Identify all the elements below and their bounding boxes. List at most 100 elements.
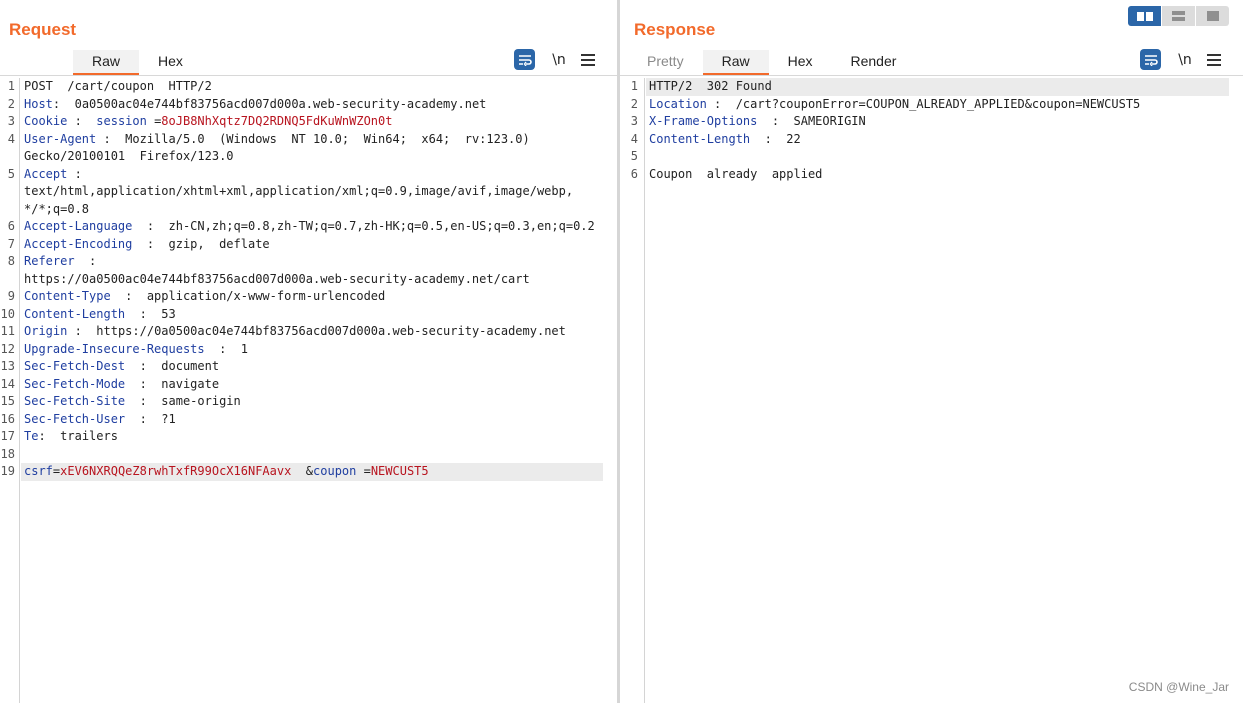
line-text: Sec-Fetch-Dest : document: [0, 358, 617, 376]
request-toolbar: \n: [514, 49, 596, 70]
header-value: navigate: [161, 376, 220, 391]
request-show-newlines-button[interactable]: \n: [544, 52, 574, 68]
request-tab-hex[interactable]: Hex: [139, 50, 202, 76]
response-tab-hex[interactable]: Hex: [769, 50, 832, 76]
line-text: */*;q=0.8: [0, 201, 617, 219]
header-separator: :: [125, 394, 162, 408]
code-line: text/html,application/xhtml+xml,applicat…: [0, 183, 617, 201]
header-name: Content-Length: [24, 306, 126, 321]
line-text: Coupon already applied: [620, 166, 1243, 184]
line-number: 5: [630, 149, 638, 163]
response-wrap-lines-button[interactable]: [1140, 49, 1161, 70]
response-editor[interactable]: 1 HTTP/2 302 Found 2 Location : /cart?coupo…: [620, 78, 1243, 703]
line-text: https://0a0500ac04e744bf83756acd007d000a…: [0, 271, 617, 289]
header-value: 1: [240, 341, 248, 356]
param-value: xEV6NXRQQeZ8rwhTxfR99OcX16NFAavx: [60, 464, 292, 478]
header-separator: :: [125, 359, 162, 373]
response-show-newlines-button[interactable]: \n: [1170, 52, 1200, 68]
param-name: coupon: [313, 464, 357, 478]
header-value: https://0a0500ac04e744bf83756acd007d000a…: [96, 324, 566, 338]
line-text: Upgrade-Insecure-Requests : 1: [0, 341, 617, 359]
header-separator: :: [132, 219, 169, 233]
line-text: Te: trailers: [0, 428, 617, 446]
response-lines: 1 HTTP/2 302 Found 2 Location : /cart?coupo…: [620, 78, 1243, 183]
header-separator: :: [757, 114, 794, 128]
line-text: POST /cart/coupon HTTP/2: [0, 78, 617, 96]
cookie-name: session: [96, 114, 147, 128]
code-line: 3 Cookie : session =8oJB8NhXqtz7DQ2RDNQ5F…: [0, 113, 617, 131]
response-menu-button[interactable]: [1206, 53, 1222, 67]
header-value: 22: [786, 131, 801, 146]
header-name: Location: [649, 96, 707, 111]
code-line: 14 Sec-Fetch-Mode : navigate: [0, 376, 617, 394]
code-line: 8 Referer :: [0, 253, 617, 271]
param-value: NEWCUST5: [370, 464, 429, 478]
line-text: Content-Type : application/x-www-form-ur…: [0, 288, 617, 306]
line-text: Content-Length : 22: [620, 131, 1243, 149]
header-name: Upgrade-Insecure-Requests: [24, 341, 205, 356]
line-text: HTTP/2 302 Found: [620, 78, 1243, 96]
plain-text: POST /cart/coupon HTTP/2: [24, 79, 212, 93]
code-line: 6 Accept-Language : zh-CN,zh;q=0.8,zh-TW;…: [0, 218, 617, 236]
line-number: 18: [0, 446, 15, 461]
header-name: Accept-Language: [24, 219, 133, 233]
header-name: User-Agent: [24, 131, 97, 146]
header-value: trailers: [60, 429, 118, 443]
line-text: Accept :: [0, 166, 617, 184]
response-tab-render[interactable]: Render: [832, 50, 916, 76]
code-line: 9 Content-Type : application/x-www-form-u…: [0, 288, 617, 306]
header-name: Accept-Encoding: [24, 236, 133, 251]
header-value: gzip, deflate: [168, 236, 270, 251]
header-name: Content-Type: [24, 289, 111, 303]
param-separator: &: [291, 464, 314, 478]
response-tab-raw[interactable]: Raw: [702, 50, 769, 76]
response-tab-pretty[interactable]: Pretty: [628, 50, 703, 76]
plain-text: Gecko/20100101 Firefox/123.0: [24, 149, 234, 163]
header-name: Sec-Fetch-Site: [24, 394, 126, 408]
code-line: 7 Accept-Encoding : gzip, deflate: [0, 236, 617, 254]
header-value: 53: [161, 306, 176, 321]
code-line: 13 Sec-Fetch-Dest : document: [0, 358, 617, 376]
line-text: Accept-Language : zh-CN,zh;q=0.8,zh-TW;q…: [0, 218, 617, 236]
code-line: 17 Te: trailers: [0, 428, 617, 446]
header-value: same-origin: [161, 394, 241, 408]
param-name: csrf: [24, 464, 53, 478]
line-text: Origin : https://0a0500ac04e744bf83756ac…: [0, 323, 617, 341]
header-value: SAMEORIGIN: [793, 114, 866, 128]
header-name: Cookie: [24, 114, 68, 128]
line-text: Host: 0a0500ac04e744bf83756acd007d000a.w…: [0, 96, 617, 114]
line-text: csrf = xEV6NXRQQeZ8rwhTxfR99OcX16NFAavx &c…: [0, 463, 617, 481]
code-line: 1 POST /cart/coupon HTTP/2: [0, 78, 617, 96]
header-separator: :: [52, 96, 75, 111]
code-line: 12 Upgrade-Insecure-Requests : 1: [0, 341, 617, 359]
line-text: Sec-Fetch-Mode : navigate: [0, 376, 617, 394]
request-menu-button[interactable]: [580, 53, 596, 67]
line-text: User-Agent : Mozilla/5.0 (Windows NT 10.…: [0, 131, 617, 149]
header-separator: :: [706, 96, 736, 111]
request-wrap-lines-button[interactable]: [514, 49, 535, 70]
header-name: Content-Length: [649, 131, 751, 146]
cookie-value: 8oJB8NhXqtz7DQ2RDNQ5FdKuWnWZOn0t: [161, 114, 393, 128]
wrap-lines-icon: [518, 54, 532, 66]
header-name: X-Frame-Options: [649, 114, 758, 128]
header-name: Te: [24, 429, 39, 443]
code-line: 18: [0, 446, 617, 464]
request-editor[interactable]: 1 POST /cart/coupon HTTP/2 2 Host: 0a0500ac…: [0, 78, 617, 703]
code-line: 3 X-Frame-Options : SAMEORIGIN: [620, 113, 1243, 131]
param-equals: =: [356, 464, 371, 478]
line-text: Accept-Encoding : gzip, deflate: [0, 236, 617, 254]
header-name: Accept: [24, 166, 68, 181]
request-title: Request: [9, 20, 77, 39]
header-name: Sec-Fetch-Mode: [24, 376, 126, 391]
header-name: Host: [24, 96, 53, 111]
code-line: 2 Host: 0a0500ac04e744bf83756acd007d000a.…: [0, 96, 617, 114]
header-separator: :: [67, 324, 97, 338]
header-separator: :: [125, 376, 162, 391]
code-line: 6 Coupon already applied: [620, 166, 1243, 184]
request-tab-raw[interactable]: Raw: [73, 50, 140, 76]
code-line: https://0a0500ac04e744bf83756acd007d000a…: [0, 271, 617, 289]
header-separator: :: [74, 254, 97, 268]
request-lines: 1 POST /cart/coupon HTTP/2 2 Host: 0a0500ac…: [0, 78, 617, 481]
code-line: Gecko/20100101 Firefox/123.0: [0, 148, 617, 166]
line-text: Sec-Fetch-User : ?1: [0, 411, 617, 429]
